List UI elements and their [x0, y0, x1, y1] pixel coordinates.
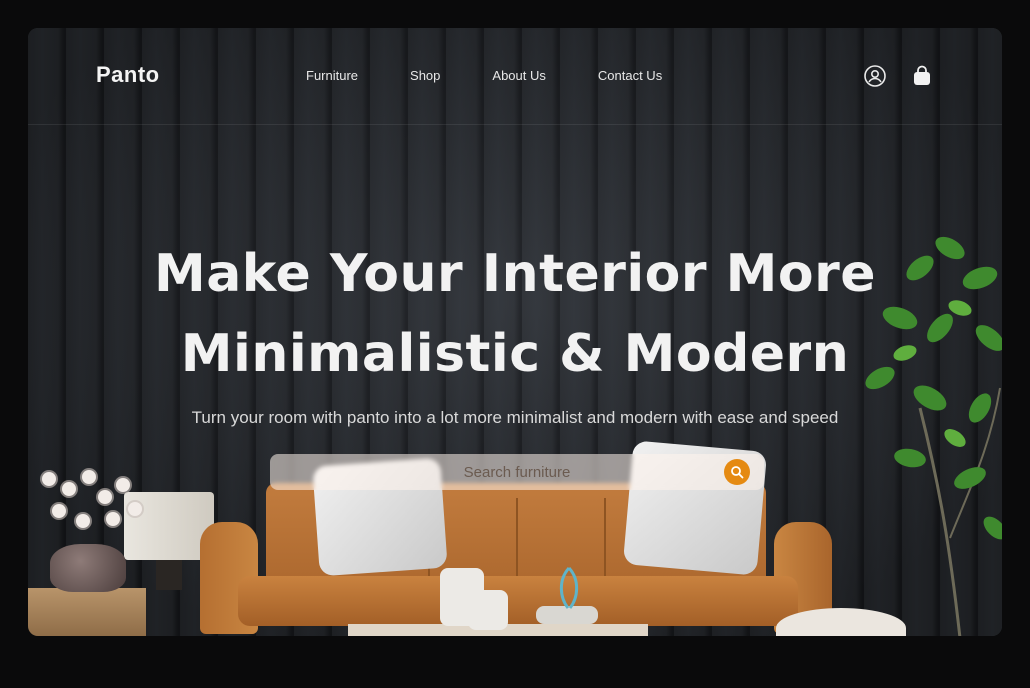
hero-section: Panto Furniture Shop About Us Contact Us…: [28, 28, 1002, 636]
search-bar: [270, 454, 764, 490]
flower-vase-image: [50, 544, 126, 592]
potted-plant-image: [865, 236, 1002, 636]
main-nav: Furniture Shop About Us Contact Us: [306, 68, 662, 83]
side-table-image: [28, 588, 146, 636]
search-button[interactable]: [724, 459, 750, 485]
user-circle-icon[interactable]: [863, 64, 887, 88]
search-icon: [731, 466, 744, 479]
nav-item-contact-us[interactable]: Contact Us: [598, 68, 662, 83]
search-input[interactable]: [335, 462, 699, 482]
shopping-bag-icon[interactable]: [910, 64, 934, 88]
nav-item-about-us[interactable]: About Us: [492, 68, 545, 83]
brand-logo[interactable]: Panto: [96, 62, 160, 88]
nav-item-furniture[interactable]: Furniture: [306, 68, 358, 83]
nav-item-shop[interactable]: Shop: [410, 68, 440, 83]
sculpture-image: [559, 566, 579, 609]
header-divider: [28, 124, 1002, 125]
